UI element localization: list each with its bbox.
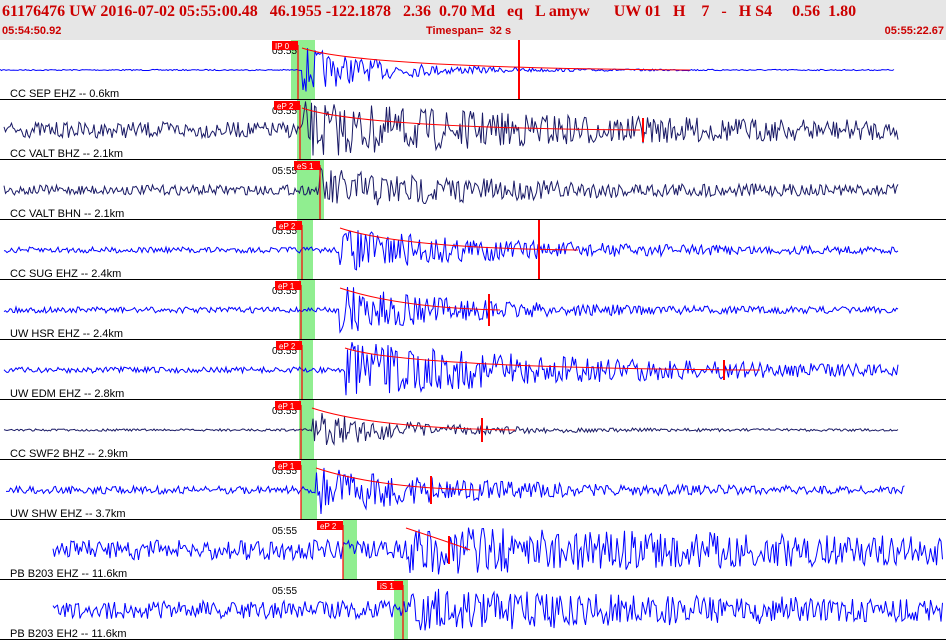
pick-label: eP 2 (279, 222, 296, 231)
station-label: CC SEP EHZ -- 0.6km (10, 88, 119, 100)
pick-label: eP 2 (279, 342, 296, 351)
waveform-trace (3, 342, 899, 396)
station-panel[interactable]: 05:55IP 0CC SEP EHZ -- 0.6km (0, 40, 946, 100)
station-label: PB B203 EHZ -- 11.6km (10, 568, 127, 580)
station-label: CC VALT BHN -- 2.1km (10, 208, 124, 220)
pick-label: eP 1 (278, 282, 295, 291)
event-summary-title: 61176476 UW 2016-07-02 05:55:00.48 46.19… (2, 3, 857, 20)
waveform-trace (0, 48, 895, 92)
station-panel[interactable]: 05:55eP 1CC SWF2 BHZ -- 2.9km (0, 400, 946, 460)
waveform-trace (3, 413, 899, 446)
time-tick-label: 05:55 (272, 526, 297, 537)
station-panel[interactable]: 05:55eP 2CC SUG EHZ -- 2.4km (0, 220, 946, 280)
station-panel[interactable]: 05:55 iS 1 PB B203 EH2 -- 11.6km (0, 580, 946, 640)
waveform-trace (6, 467, 905, 515)
waveform-trace (3, 230, 899, 271)
station-panel[interactable]: 05:55eP 1UW HSR EHZ -- 2.4km (0, 280, 946, 340)
waveform-trace (3, 101, 899, 156)
header-bar: 61176476 UW 2016-07-02 05:55:00.48 46.19… (0, 0, 946, 40)
station-panel[interactable]: 05:55 eP 2 PB B203 EHZ -- 11.6km (0, 520, 946, 580)
station-panel[interactable]: 05:55eP 2UW EDM EHZ -- 2.8km (0, 340, 946, 400)
start-time: 05:54:50.92 (2, 25, 62, 37)
station-label: UW SHW EHZ -- 3.7km (10, 508, 126, 520)
pick-label: eP 1 (278, 462, 295, 471)
station-label: CC SWF2 BHZ -- 2.9km (10, 448, 128, 460)
pick-label: eP 2 (277, 102, 294, 111)
pick-label: IP 0 (275, 42, 290, 51)
pick-label: iS 1 (380, 582, 394, 591)
seismogram-panels[interactable]: 05:55 IP 0 CC SEP EHZ -- 0.6km 05:55 eP 2 CC … (0, 40, 946, 640)
timespan-label: Timespan= 32 s (426, 25, 512, 37)
pick-label: eP 1 (278, 402, 295, 411)
pick-label: eS 1 (297, 162, 314, 171)
station-panel[interactable]: 05:55eP 1UW SHW EHZ -- 3.7km (0, 460, 946, 520)
end-time: 05:55:22.67 (884, 25, 944, 37)
waveform-trace (3, 166, 899, 206)
station-panel[interactable]: 05:55eP 2CC VALT BHZ -- 2.1km (0, 100, 946, 160)
waveform-trace (52, 527, 943, 575)
waveform-trace (52, 588, 943, 631)
time-tick-label: 05:55 (272, 586, 297, 597)
station-panel[interactable]: 05:55 eS 1 CC VALT BHN -- 2.1km (0, 160, 946, 220)
station-label: UW EDM EHZ -- 2.8km (10, 388, 124, 400)
coda-decay-curve (301, 47, 691, 71)
station-label: PB B203 EH2 -- 11.6km (10, 628, 127, 640)
pick-window (301, 460, 317, 520)
station-label: UW HSR EHZ -- 2.4km (10, 328, 123, 340)
coda-decay-curve (344, 347, 761, 371)
station-label: CC VALT BHZ -- 2.1km (10, 148, 123, 160)
time-tick-label: 05:55 (272, 166, 297, 177)
pick-window (343, 520, 357, 580)
waveform-trace (3, 286, 899, 334)
coda-decay-curve (405, 527, 471, 551)
pick-label: eP 2 (320, 522, 337, 531)
station-label: CC SUG EHZ -- 2.4km (10, 268, 121, 280)
